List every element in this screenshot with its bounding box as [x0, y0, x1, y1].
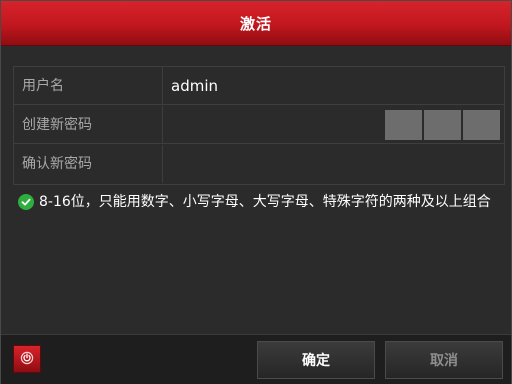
username-field[interactable]: admin: [162, 67, 504, 105]
power-icon: [20, 350, 34, 369]
password-hint: 8-16位，只能用数字、小写字母、大写字母、特殊字符的两种及以上组合: [18, 191, 498, 213]
activation-dialog: 激活 用户名 admin 创建新密码 确认新密码 8-16位，只能用数字、小写字…: [0, 0, 512, 384]
dialog-title: 激活: [239, 14, 272, 33]
strength-segment-weak: [385, 110, 422, 140]
new-password-row: 创建新密码: [14, 106, 504, 144]
power-button[interactable]: [13, 345, 41, 373]
username-row: 用户名 admin: [14, 67, 504, 105]
confirm-password-row: 确认新密码: [14, 145, 504, 183]
new-password-field[interactable]: [162, 106, 504, 144]
dialog-titlebar: 激活: [1, 1, 511, 46]
dialog-footer: 确定 取消: [1, 334, 511, 384]
username-value: admin: [171, 77, 218, 95]
activation-form: 用户名 admin 创建新密码 确认新密码: [13, 66, 505, 185]
confirm-password-field[interactable]: [162, 145, 504, 183]
cancel-button[interactable]: 取消: [385, 341, 503, 379]
confirm-password-label: 确认新密码: [22, 156, 92, 172]
strength-segment-strong: [463, 110, 500, 140]
password-strength-meter: [385, 110, 500, 140]
username-label: 用户名: [22, 78, 64, 94]
ok-button[interactable]: 确定: [257, 341, 375, 379]
new-password-label: 创建新密码: [22, 117, 92, 133]
strength-segment-medium: [424, 110, 461, 140]
check-circle-icon: [18, 194, 34, 210]
password-hint-text: 8-16位，只能用数字、小写字母、大写字母、特殊字符的两种及以上组合: [39, 194, 491, 210]
